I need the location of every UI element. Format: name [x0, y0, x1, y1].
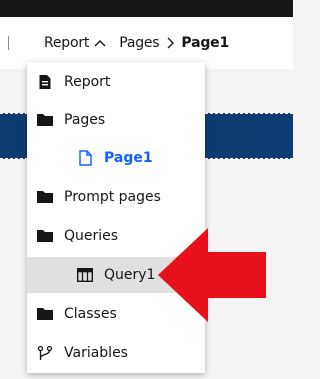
menu-item-label: Pages — [64, 112, 106, 128]
folder-icon — [36, 227, 54, 245]
menu-item-label: Prompt pages — [64, 189, 161, 205]
menu-item-pages[interactable]: Pages — [27, 102, 205, 138]
branch-icon — [36, 344, 54, 362]
breadcrumb-page1[interactable]: Page1 — [181, 35, 229, 51]
menu-item-label: Query1 — [104, 267, 156, 283]
table-icon — [76, 266, 94, 284]
menu-item-variables[interactable]: Variables — [27, 335, 205, 371]
document-icon — [36, 73, 54, 91]
breadcrumb-report[interactable]: Report — [44, 35, 89, 51]
menu-item-label: Page1 — [104, 150, 153, 166]
folder-icon — [36, 111, 54, 129]
menu-item-label: Variables — [64, 345, 128, 361]
breadcrumb-divider — [8, 36, 9, 50]
top-header-bar — [0, 0, 293, 17]
page-icon — [76, 149, 94, 167]
menu-item-label: Queries — [64, 228, 119, 244]
red-arrow-icon — [158, 228, 266, 322]
folder-icon — [36, 188, 54, 206]
menu-item-page1[interactable]: Page1 — [27, 140, 205, 176]
menu-item-prompt-pages[interactable]: Prompt pages — [27, 179, 205, 215]
chevron-right-icon — [159, 37, 181, 49]
menu-item-report[interactable]: Report — [27, 64, 205, 100]
breadcrumb-pages[interactable]: Pages — [119, 35, 159, 51]
menu-item-label: Classes — [64, 306, 117, 322]
folder-icon — [36, 305, 54, 323]
chevron-up-icon[interactable] — [89, 39, 111, 47]
report-outline-menu: Report Pages Page1 Prompt pages Queries — [27, 62, 205, 373]
menu-item-label: Report — [64, 74, 111, 90]
